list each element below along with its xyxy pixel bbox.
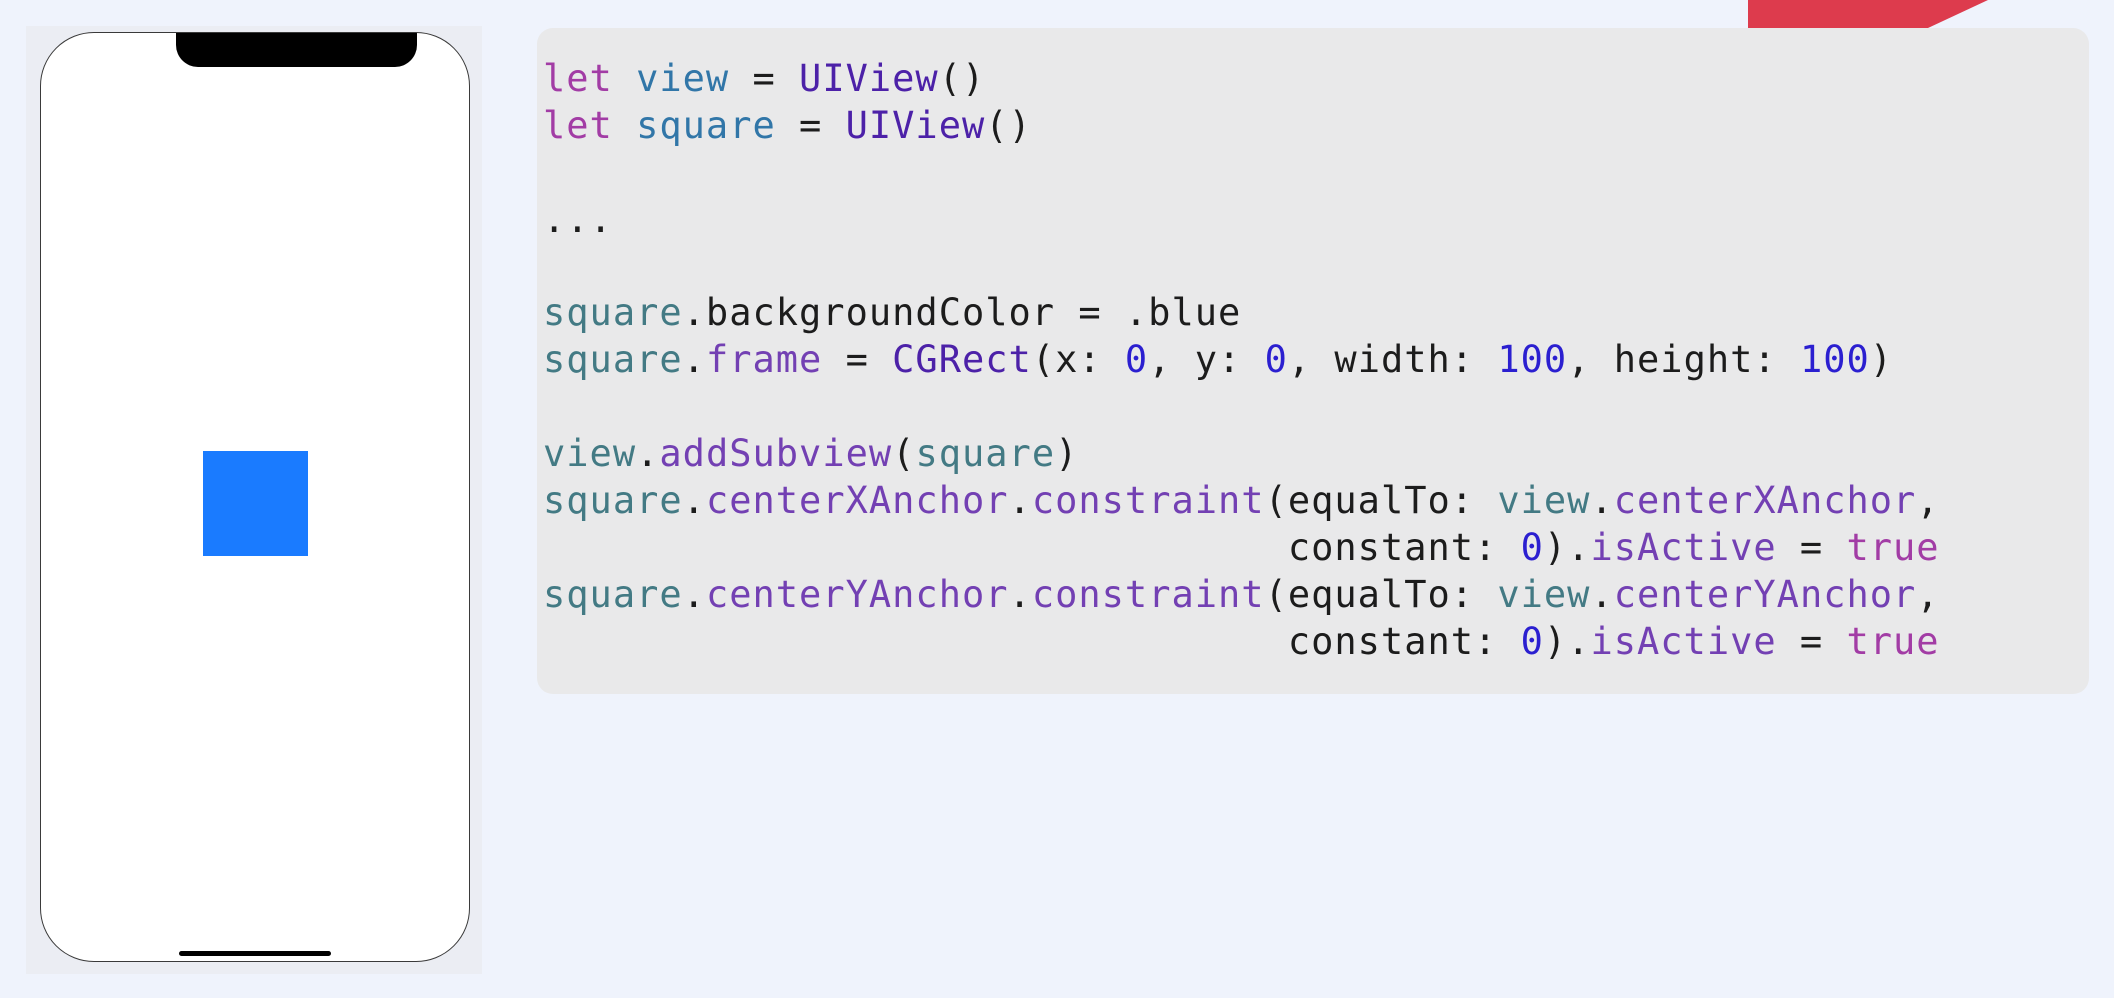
code-token: () [938, 57, 986, 100]
code-token: square [636, 103, 776, 147]
code-token: square [543, 291, 683, 335]
code-token: 100 [1799, 338, 1870, 382]
code-token: 0 [1520, 525, 1544, 569]
code-token: centerXAnchor [1613, 479, 1917, 523]
code-token: true [1846, 525, 1940, 569]
code-token: 0 [1520, 619, 1544, 663]
code-token: true [1846, 619, 1940, 663]
code-token: addSubview [659, 432, 893, 476]
code-token: view [543, 432, 637, 476]
code-token: . [1008, 572, 1032, 616]
home-indicator [179, 951, 331, 956]
blue-square-view [203, 451, 308, 556]
phone-mockup [40, 32, 470, 962]
code-token: , [1916, 572, 1940, 616]
code-token: centerYAnchor [1613, 572, 1917, 616]
code-token: constraint [1031, 572, 1265, 616]
code-token: view [1497, 479, 1591, 523]
code-token: (equalTo: [1264, 479, 1498, 523]
code-token: = [822, 338, 893, 382]
code-line: ... [543, 197, 2089, 244]
code-token: frame [705, 338, 823, 382]
code-token: constraint [1031, 479, 1265, 523]
code-token: = [1776, 525, 1847, 569]
code-token: ... [543, 197, 613, 241]
code-token: square [543, 338, 683, 382]
code-token: isActive [1590, 525, 1777, 569]
code-token: centerYAnchor [705, 572, 1009, 616]
code-token: () [985, 103, 1032, 147]
code-token: ). [1543, 619, 1591, 663]
code-token: . [682, 572, 706, 616]
code-line: constant: 0).isActive = true [543, 619, 2089, 666]
code-token: = [729, 57, 800, 100]
code-line: square.frame = CGRect(x: 0, y: 0, width:… [543, 337, 2089, 384]
code-line: square.centerYAnchor.constraint(equalTo:… [543, 572, 2089, 619]
code-token: . [636, 432, 660, 476]
code-token: square [543, 572, 683, 616]
code-token: . [1590, 479, 1614, 523]
code-token: . [1008, 479, 1032, 523]
code-line: let square = UIView() [543, 103, 2089, 150]
code-token: square [543, 479, 683, 523]
code-token: (x: [1031, 338, 1125, 382]
code-token: . [682, 479, 706, 523]
code-token: view [636, 57, 730, 100]
code-token: , width: [1287, 338, 1498, 382]
code-token: let [543, 57, 613, 100]
code-token: , height: [1567, 338, 1800, 382]
code-token: 100 [1497, 338, 1568, 382]
code-token: = [1776, 619, 1847, 663]
code-token: (equalTo: [1264, 572, 1498, 616]
phone-notch [176, 33, 417, 67]
code-line: constant: 0).isActive = true [543, 525, 2089, 572]
code-token: isActive [1590, 619, 1777, 663]
code-token: 0 [1264, 338, 1288, 382]
code-token: let [543, 103, 613, 147]
code-token: UIView [799, 57, 939, 100]
code-token: ) [1055, 432, 1079, 476]
code-token: . [1590, 572, 1614, 616]
code-token: . [682, 338, 706, 382]
code-token: .backgroundColor = .blue [682, 291, 1242, 335]
code-token: , y: [1148, 338, 1265, 382]
code-token: ) [1869, 338, 1894, 382]
code-token: constant: [543, 619, 1521, 663]
code-token: view [1497, 572, 1591, 616]
code-token: square [915, 432, 1056, 476]
code-token: 0 [1124, 338, 1149, 382]
corner-decoration [1748, 0, 1988, 28]
code-token: = [775, 103, 846, 147]
code-line: square.backgroundColor = .blue [543, 290, 2089, 337]
code-token: constant: [543, 525, 1521, 569]
code-block: let view = UIView() let square = UIView()… [543, 56, 2089, 666]
code-line: square.centerXAnchor.constraint(equalTo:… [543, 478, 2089, 525]
code-token: CGRect [892, 338, 1032, 382]
code-line: view.addSubview(square) [543, 431, 2089, 478]
code-line: let view = UIView() [543, 56, 2089, 103]
code-token: , [1916, 479, 1940, 523]
code-panel: let view = UIView() let square = UIView()… [537, 28, 2089, 694]
code-token: ( [892, 432, 916, 476]
code-token: UIView [845, 103, 986, 147]
code-token: centerXAnchor [705, 479, 1009, 523]
code-token: ). [1543, 525, 1591, 569]
